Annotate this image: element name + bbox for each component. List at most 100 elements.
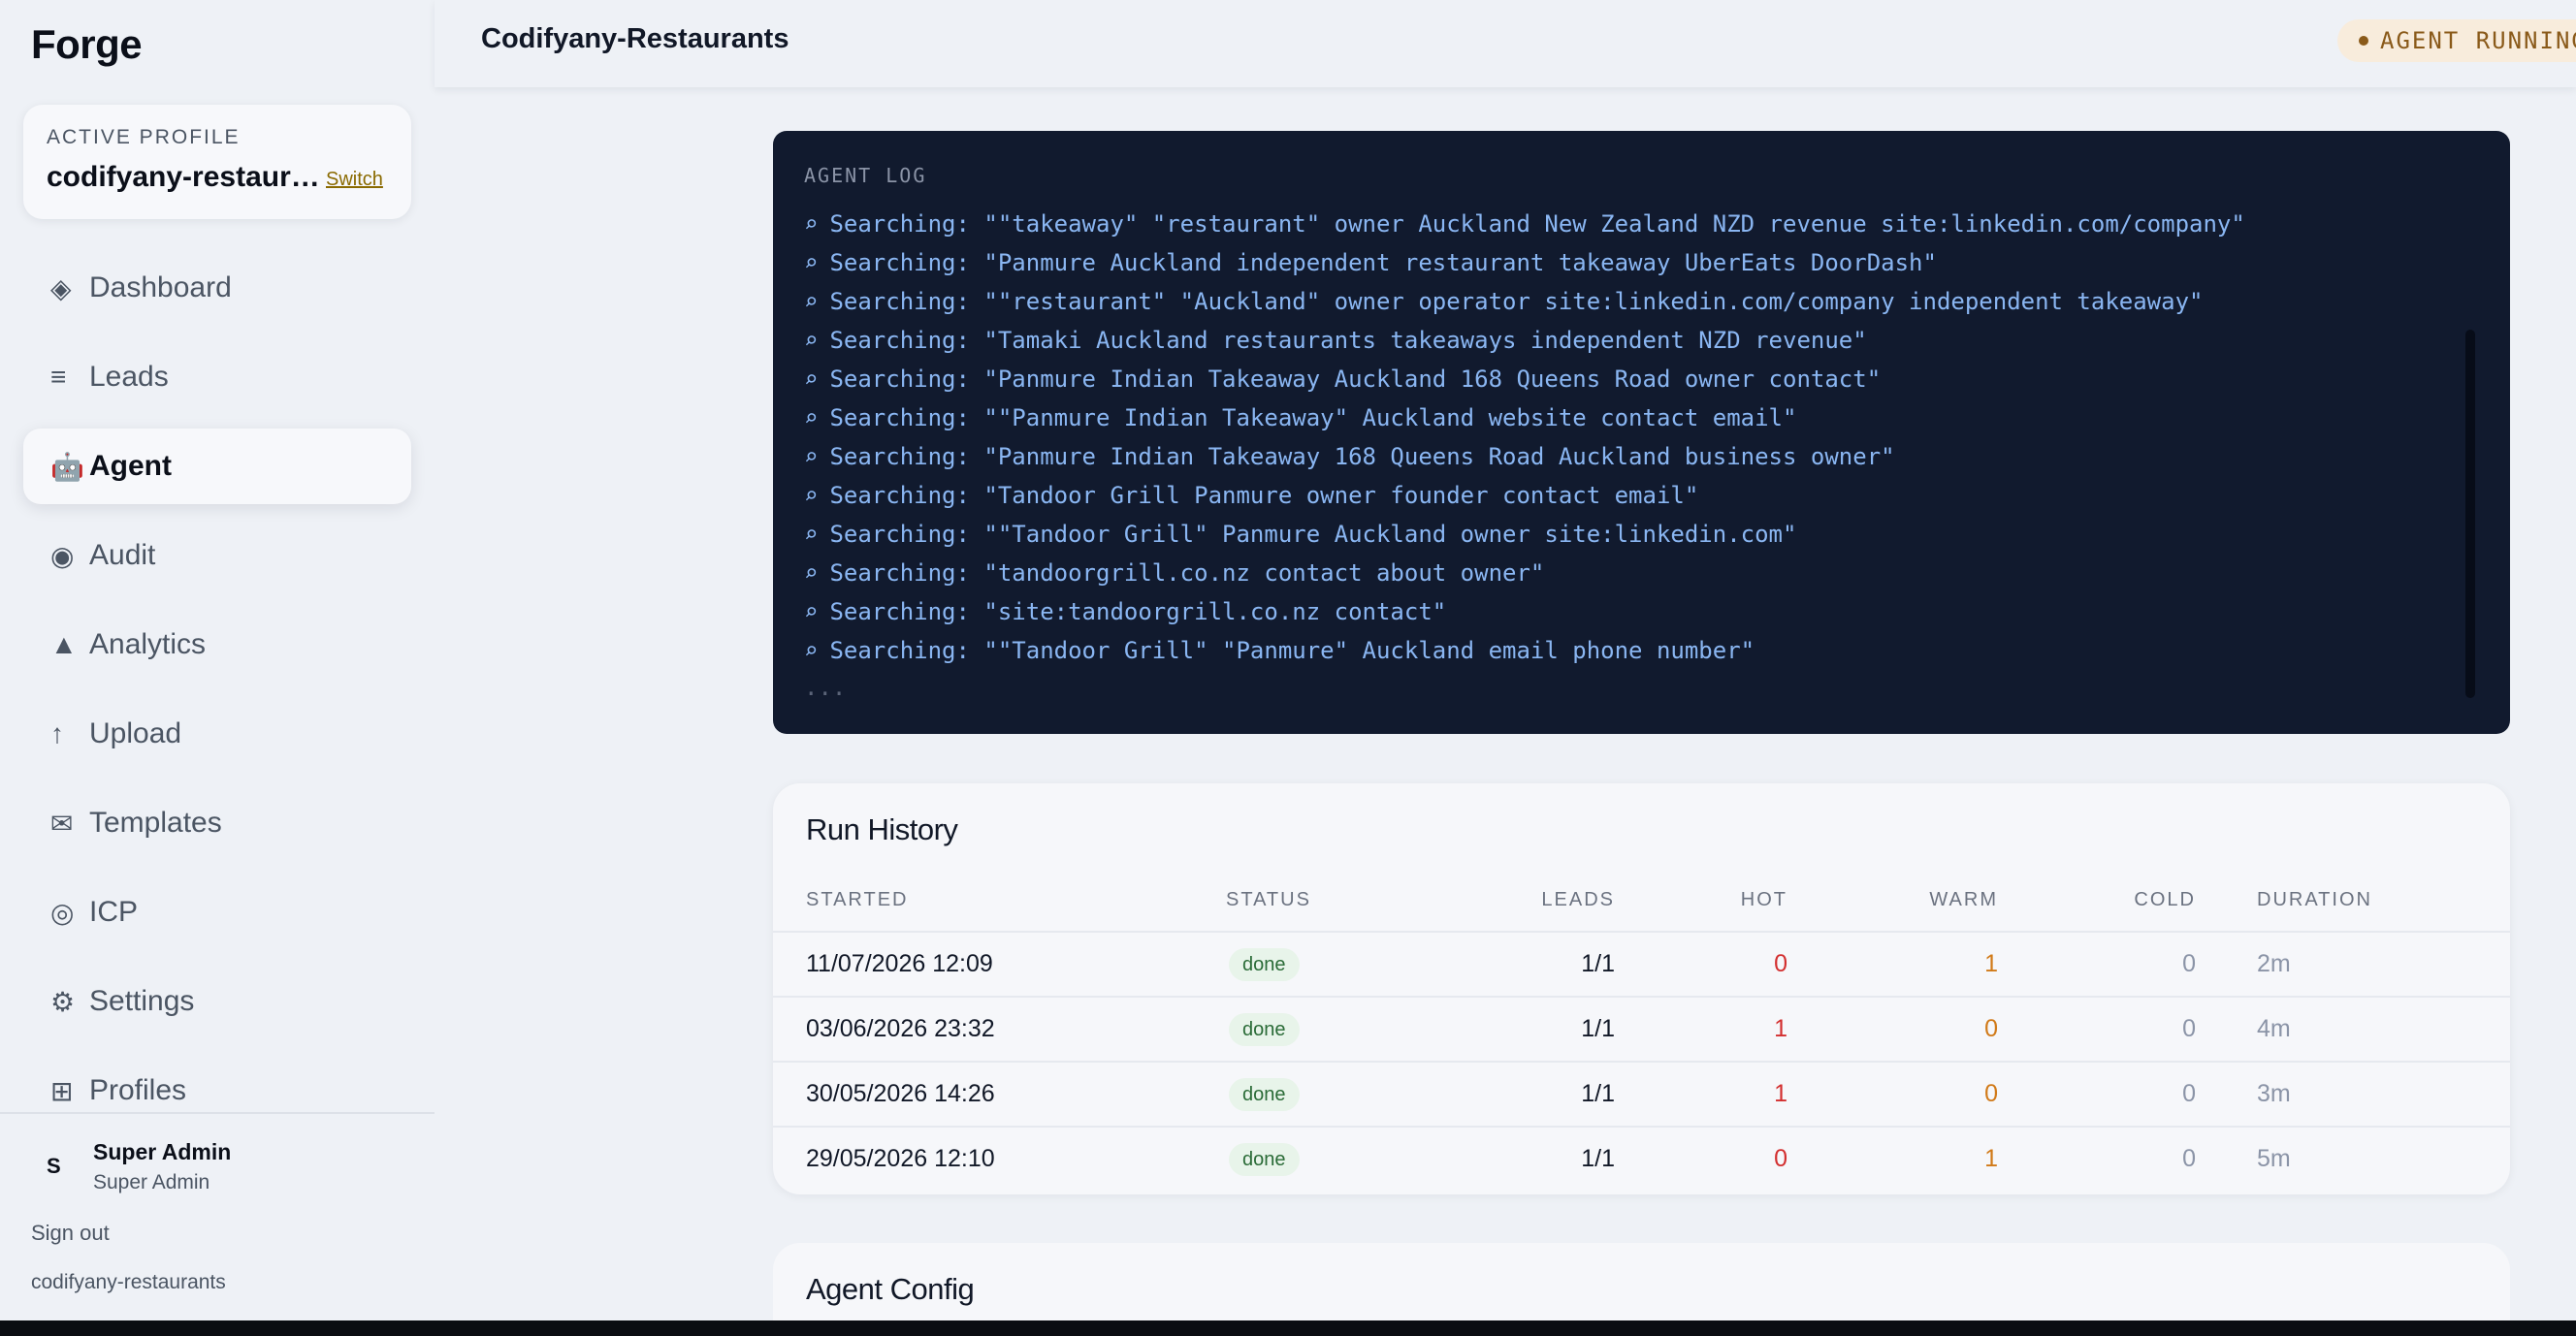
table-row[interactable]: 11/07/2026 12:09 done 1/1 0 1 0 2m: [773, 931, 2510, 996]
diamond-icon: ◈: [50, 272, 72, 303]
table-row[interactable]: 30/05/2026 14:26 done 1/1 1 0 0 3m: [773, 1061, 2510, 1126]
duration-cell: 2m: [2257, 950, 2291, 977]
search-icon: ⌕: [804, 210, 819, 238]
footer-profile-name: codifyany-restaurants: [31, 1271, 226, 1293]
sidebar-item-templates[interactable]: ✉ Templates: [23, 785, 411, 861]
column-header-warm: WARM: [1929, 889, 1998, 910]
run-history-title: Run History: [806, 812, 958, 846]
column-header-hot: HOT: [1740, 889, 1787, 910]
warm-cell: 0: [1984, 1015, 1998, 1042]
sidebar-item-agent[interactable]: 🤖 Agent: [23, 429, 411, 504]
log-line-text: Searching: "Panmure Indian Takeaway 168 …: [829, 443, 1895, 470]
search-icon: ⌕: [804, 366, 819, 393]
status-badge: done: [1229, 1143, 1300, 1176]
hot-cell: 1: [1774, 1080, 1787, 1107]
sidebar-item-analytics[interactable]: ▲ Analytics: [23, 607, 411, 683]
triangle-icon: ▲: [50, 629, 78, 659]
active-profile-label: ACTIVE PROFILE: [47, 126, 241, 148]
leads-cell: 1/1: [1581, 1015, 1615, 1042]
page-title: Codifyany-Restaurants: [481, 23, 789, 54]
sidebar-item-icp[interactable]: ◎ ICP: [23, 875, 411, 950]
search-icon: ⌕: [804, 443, 819, 470]
log-line-text: Searching: ""Panmure Indian Takeaway" Au…: [829, 404, 1797, 431]
log-line-text: Searching: ""Tandoor Grill" Panmure Auck…: [829, 521, 1797, 548]
log-line: ⌕ Searching: "Tamaki Auckland restaurants…: [804, 321, 2453, 360]
sidebar: Forge ACTIVE PROFILE codifyany-restauran…: [0, 0, 435, 1320]
user-name: Super Admin: [93, 1139, 232, 1164]
search-icon: ⌕: [804, 249, 819, 276]
warm-cell: 1: [1984, 1145, 1998, 1172]
sidebar-divider: [0, 1112, 435, 1114]
log-line: ⌕ Searching: ""restaurant" "Auckland" own…: [804, 282, 2453, 321]
run-history-card: Run History STARTED STATUS LEADS HOT WARM COL…: [773, 783, 2510, 1194]
sidebar-item-profiles[interactable]: ⊞ Profiles: [23, 1053, 411, 1129]
envelope-icon: ✉: [50, 808, 74, 839]
sidebar-item-label: Analytics: [89, 628, 207, 660]
log-line: ⌕ Searching: "site:tandoorgrill.co.nz con…: [804, 592, 2453, 631]
sidebar-item-label: Profiles: [89, 1074, 187, 1106]
status-dot-icon: [2359, 36, 2368, 46]
cold-cell: 0: [2182, 1080, 2196, 1107]
hot-cell: 1: [1774, 1015, 1787, 1042]
upload-arrow-icon: ↑: [50, 718, 64, 748]
list-icon: ≡: [50, 362, 67, 392]
warm-cell: 0: [1984, 1080, 1998, 1107]
duration-cell: 4m: [2257, 1015, 2291, 1042]
agent-log-scrollbar[interactable]: [2465, 330, 2475, 698]
active-profile-name: codifyany-restaurants: [47, 161, 330, 193]
sidebar-item-leads[interactable]: ≡ Leads: [23, 339, 411, 415]
started-cell: 29/05/2026 12:10: [806, 1145, 995, 1172]
hot-cell: 0: [1774, 1145, 1787, 1172]
log-line: ⌕ Searching: ""Tandoor Grill" "Panmure" A…: [804, 631, 2453, 670]
switch-profile-link[interactable]: Switch: [326, 169, 383, 191]
log-line-text: Searching: "site:tandoorgrill.co.nz cont…: [829, 598, 1447, 625]
log-line: ⌕ Searching: ""takeaway" "restaurant" own…: [804, 205, 2453, 243]
sidebar-item-label: Templates: [89, 807, 222, 839]
started-cell: 30/05/2026 14:26: [806, 1080, 995, 1107]
agent-log-more: ...: [804, 674, 847, 701]
log-line: ⌕ Searching: "Panmure Indian Takeaway Auc…: [804, 360, 2453, 398]
sidebar-item-label: ICP: [89, 896, 139, 928]
user-role: Super Admin: [93, 1171, 210, 1193]
sidebar-item-label: Audit: [89, 539, 156, 571]
sidebar-item-label: Settings: [89, 985, 195, 1017]
log-line-text: Searching: ""Tandoor Grill" "Panmure" Au…: [829, 637, 1755, 664]
log-line-text: Searching: "tandoorgrill.co.nz contact a…: [829, 559, 1545, 587]
cold-cell: 0: [2182, 950, 2196, 977]
sign-out-link[interactable]: Sign out: [31, 1221, 110, 1246]
log-line-text: Searching: "Panmure Auckland independent…: [829, 249, 1937, 276]
duration-cell: 3m: [2257, 1080, 2291, 1107]
agent-log-panel: AGENT LOG ⌕ Searching: ""takeaway" "resta…: [773, 131, 2510, 734]
sidebar-item-settings[interactable]: ⚙ Settings: [23, 964, 411, 1039]
search-icon: ⌕: [804, 598, 819, 625]
status-badge: done: [1229, 1078, 1300, 1111]
search-icon: ⌕: [804, 404, 819, 431]
log-line-text: Searching: ""restaurant" "Auckland" owne…: [829, 288, 2204, 315]
table-row[interactable]: 29/05/2026 12:10 done 1/1 0 1 0 5m: [773, 1126, 2510, 1191]
gear-icon: ⚙: [50, 986, 76, 1017]
sidebar-item-label: Agent: [89, 450, 172, 482]
log-line-text: Searching: "Panmure Indian Takeaway Auck…: [829, 366, 1882, 393]
table-row[interactable]: 03/06/2026 23:32 done 1/1 1 0 0 4m: [773, 996, 2510, 1061]
grid-icon: ⊞: [50, 1075, 74, 1106]
avatar: S: [47, 1154, 61, 1178]
sidebar-item-audit[interactable]: ◉ Audit: [23, 518, 411, 593]
sidebar-item-label: Upload: [89, 717, 182, 749]
sidebar-item-label: Dashboard: [89, 271, 232, 303]
search-icon: ⌕: [804, 559, 819, 587]
column-header-cold: COLD: [2134, 889, 2196, 910]
log-line: ⌕ Searching: "Tandoor Grill Panmure owner…: [804, 476, 2453, 515]
sidebar-item-dashboard[interactable]: ◈ Dashboard: [23, 250, 411, 326]
log-line: ⌕ Searching: "tandoorgrill.co.nz contact …: [804, 554, 2453, 592]
cold-cell: 0: [2182, 1145, 2196, 1172]
bottom-edge: [0, 1320, 2576, 1336]
column-header-status: STATUS: [1226, 889, 1311, 910]
sidebar-item-upload[interactable]: ↑ Upload: [23, 696, 411, 772]
leads-cell: 1/1: [1581, 1145, 1615, 1172]
started-cell: 03/06/2026 23:32: [806, 1015, 995, 1042]
column-header-duration: DURATION: [2257, 889, 2372, 910]
search-icon: ⌕: [804, 327, 819, 354]
target-icon: ◉: [50, 540, 75, 571]
duration-cell: 5m: [2257, 1145, 2291, 1172]
agent-config-title: Agent Config: [806, 1272, 975, 1306]
